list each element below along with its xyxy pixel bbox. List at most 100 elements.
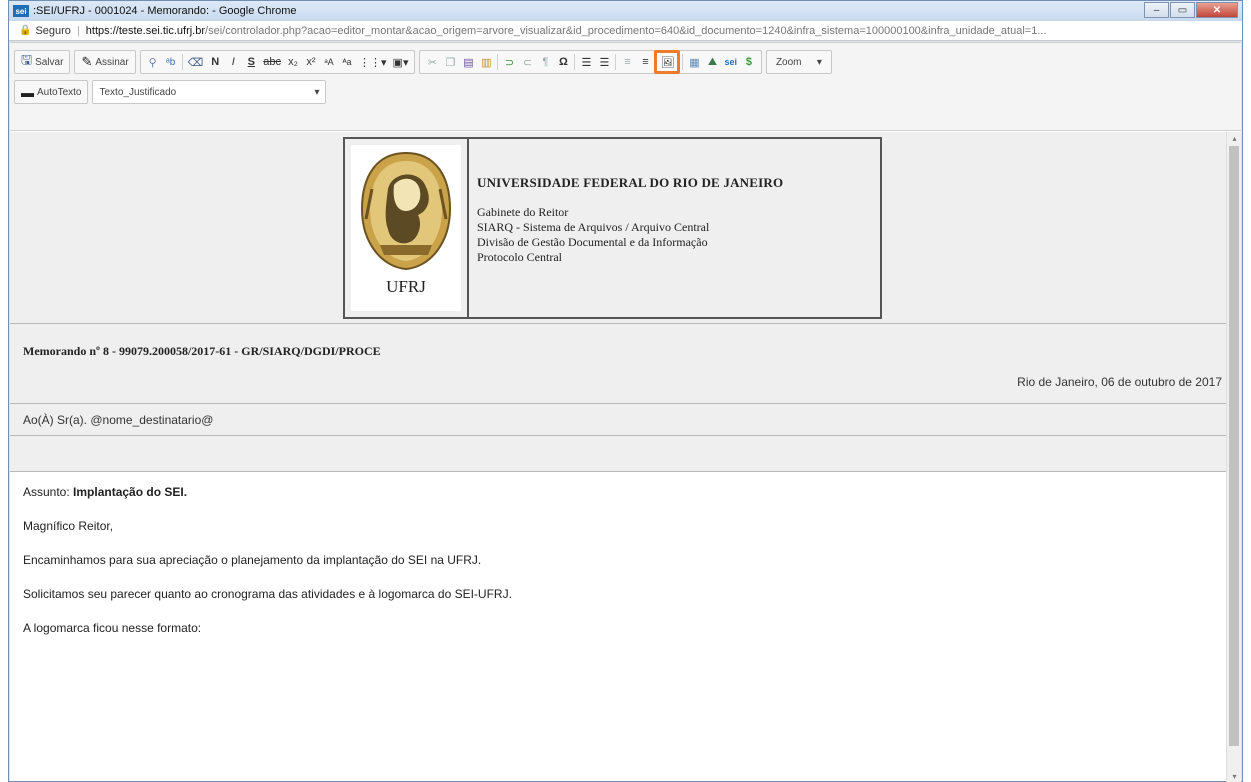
find-icon[interactable]: ⚲ bbox=[144, 52, 162, 72]
letterhead-line: Divisão de Gestão Documental e da Inform… bbox=[477, 235, 708, 249]
maximize-icon[interactable]: ▭ bbox=[1170, 2, 1195, 18]
divider bbox=[615, 54, 617, 70]
minerva-crest-icon bbox=[360, 151, 452, 271]
autotext-label: AutoTexto bbox=[37, 86, 82, 98]
letterhead-section: UFRJ UNIVERSIDADE FEDERAL DO RIO DE JANE… bbox=[10, 132, 1226, 324]
indent-icon[interactable]: ≡ bbox=[636, 52, 654, 72]
sei-link-icon[interactable]: sei bbox=[721, 52, 740, 72]
chevron-down-icon: ▾ bbox=[816, 56, 822, 68]
divider bbox=[682, 54, 684, 70]
url-host: https://teste.sei.tic.ufrj.br bbox=[85, 24, 206, 37]
letterhead-box: UFRJ UNIVERSIDADE FEDERAL DO RIO DE JANE… bbox=[343, 137, 882, 319]
bullet-list-icon[interactable]: ☰ bbox=[595, 52, 613, 72]
spellcheck-icon[interactable]: ⛰ bbox=[703, 52, 721, 72]
title-bar: sei :SEI/UFRJ - 0001024 - Memorando: - G… bbox=[9, 1, 1242, 21]
secure-label: Seguro bbox=[35, 24, 71, 37]
crest-caption: UFRJ bbox=[386, 277, 426, 296]
sei-favicon-icon: sei bbox=[13, 5, 29, 17]
format-group: ⚲ ᵃb ⌫ N I S abc x₂ x² ᵃA ᴬa ⋮⋮▾ ▣▾ bbox=[139, 50, 416, 74]
scroll-up-icon[interactable]: ▴ bbox=[1227, 132, 1242, 144]
autotext-group: ▬ AutoTexto bbox=[14, 80, 89, 104]
memo-header-section: Memorando nº 8 - 99079.200058/2017-61 - … bbox=[10, 324, 1226, 404]
save-button[interactable]: 🖫 Salvar bbox=[18, 52, 66, 72]
save-label: Salvar bbox=[35, 56, 64, 68]
zoom-label: Zoom bbox=[775, 56, 802, 68]
blank-section bbox=[10, 436, 1226, 472]
superscript-icon[interactable]: x² bbox=[302, 52, 320, 72]
cut-icon[interactable]: ✂ bbox=[423, 52, 441, 72]
divider bbox=[181, 54, 183, 70]
letterhead-line: Gabinete do Reitor bbox=[477, 205, 569, 219]
scroll-down-icon[interactable]: ▾ bbox=[1227, 770, 1242, 782]
save-group: 🖫 Salvar bbox=[14, 50, 71, 74]
divider bbox=[497, 54, 499, 70]
copy-icon[interactable]: ❐ bbox=[441, 52, 459, 72]
insert-group: ✂ ❐ ▤ ▥ ⊃ ⊂ ¶ Ω ☰ ☰ ≡ ≡ 🖼 ▦ ⛰ sei $ bbox=[419, 50, 762, 74]
toolbar-row-2: ▬ AutoTexto Texto_Justificado ▾ bbox=[14, 79, 1237, 105]
memo-date: Rio de Janeiro, 06 de outubro de 2017 bbox=[1017, 375, 1222, 389]
browser-window: sei :SEI/UFRJ - 0001024 - Memorando: - G… bbox=[8, 0, 1243, 782]
table-icon[interactable]: ▦ bbox=[685, 52, 703, 72]
subject-line: Assunto: Implantação do SEI. bbox=[23, 485, 1213, 519]
strikethrough-icon[interactable]: abc bbox=[260, 52, 284, 72]
body-paragraph: A logomarca ficou nesse formato: bbox=[23, 621, 202, 635]
toolbar-row-1: 🖫 Salvar ✎ Assinar ⚲ ᵃb ⌫ N I S abc x₂ x… bbox=[14, 49, 1237, 75]
document-page[interactable]: UFRJ UNIVERSIDADE FEDERAL DO RIO DE JANE… bbox=[10, 132, 1226, 782]
letterhead-line: Protocolo Central bbox=[477, 250, 562, 264]
autotext-button[interactable]: ▬ AutoTexto bbox=[18, 82, 84, 102]
paste-text-icon[interactable]: ▥ bbox=[477, 52, 495, 72]
address-separator: | bbox=[76, 24, 80, 37]
text-color-icon[interactable]: ▣▾ bbox=[390, 52, 412, 72]
document-editor: 🖫 Salvar ✎ Assinar ⚲ ᵃb ⌫ N I S abc x₂ x… bbox=[10, 42, 1241, 782]
style-dropdown[interactable]: Texto_Justificado ▾ bbox=[93, 81, 326, 103]
outdent-icon[interactable]: ≡ bbox=[618, 52, 636, 72]
subscript-icon[interactable]: x₂ bbox=[284, 52, 302, 72]
ufrj-crest-logo: UFRJ bbox=[351, 145, 461, 311]
bold-button[interactable]: N bbox=[206, 52, 224, 72]
editor-toolbar: 🖫 Salvar ✎ Assinar ⚲ ᵃb ⌫ N I S abc x₂ x… bbox=[10, 43, 1241, 131]
memo-body[interactable]: Assunto: Implantação do SEI. Magnífico R… bbox=[10, 472, 1226, 668]
divider bbox=[574, 54, 576, 70]
university-title: UNIVERSIDADE FEDERAL DO RIO DE JANEIRO bbox=[477, 175, 784, 190]
vertical-scrollbar[interactable]: ▴ ▾ bbox=[1226, 132, 1241, 782]
body-paragraph: Encaminhamos para sua apreciação o plane… bbox=[23, 553, 482, 567]
address-bar[interactable]: 🔒 Seguro | https://teste.sei.tic.ufrj.br… bbox=[9, 21, 1242, 41]
memo-title: Memorando nº 8 - 99079.200058/2017-61 - … bbox=[23, 344, 381, 358]
numbered-list-icon[interactable]: ☰ bbox=[577, 52, 595, 72]
pen-icon: ✎ bbox=[81, 54, 93, 69]
minimize-icon[interactable]: – bbox=[1144, 2, 1169, 18]
window-title: :SEI/UFRJ - 0001024 - Memorando: - Googl… bbox=[33, 5, 297, 17]
window-controls: – ▭ ✕ bbox=[1144, 2, 1238, 18]
table-style-icon[interactable]: ⋮⋮▾ bbox=[356, 52, 390, 72]
url-path: /sei/controlador.php?acao=editor_montar&… bbox=[205, 24, 1047, 37]
letterhead-line: SIARQ - Sistema de Arquivos / Arquivo Ce… bbox=[477, 220, 710, 234]
sign-group: ✎ Assinar bbox=[74, 50, 136, 74]
lowercase-icon[interactable]: ᴬa bbox=[338, 52, 356, 72]
crest-cell: UFRJ bbox=[345, 139, 469, 317]
image-icon[interactable]: 🖼 bbox=[654, 50, 681, 74]
style-value: Texto_Justificado bbox=[99, 86, 177, 98]
zoom-dropdown[interactable]: Zoom ▾ bbox=[770, 51, 828, 73]
paste-icon[interactable]: ▤ bbox=[459, 52, 477, 72]
body-paragraph: Solicitamos seu parecer quanto ao cronog… bbox=[23, 587, 512, 601]
sign-button[interactable]: ✎ Assinar bbox=[78, 52, 131, 72]
scroll-thumb[interactable] bbox=[1229, 146, 1239, 746]
close-icon[interactable]: ✕ bbox=[1196, 2, 1238, 18]
eraser-icon[interactable]: ⌫ bbox=[185, 52, 207, 72]
unlink-icon[interactable]: ⊂ bbox=[518, 52, 536, 72]
dollar-icon[interactable]: $ bbox=[740, 52, 758, 72]
uppercase-icon[interactable]: ᵃA bbox=[320, 52, 338, 72]
replace-icon[interactable]: ᵃb bbox=[162, 52, 180, 72]
style-group: Texto_Justificado ▾ bbox=[92, 80, 327, 104]
zoom-group: Zoom ▾ bbox=[765, 50, 832, 74]
anchor-icon[interactable]: ¶ bbox=[536, 52, 554, 72]
subject-prefix: Assunto: bbox=[23, 485, 74, 499]
speech-bubble-icon: ▬ bbox=[21, 84, 34, 100]
sign-label: Assinar bbox=[95, 56, 129, 68]
recipient-line: Ao(À) Sr(a). @nome_destinatario@ bbox=[23, 413, 214, 427]
underline-button[interactable]: S bbox=[242, 52, 260, 72]
link-icon[interactable]: ⊃ bbox=[500, 52, 518, 72]
chevron-down-icon: ▾ bbox=[314, 86, 320, 98]
special-char-icon[interactable]: Ω bbox=[554, 52, 572, 72]
italic-button[interactable]: I bbox=[224, 52, 242, 72]
